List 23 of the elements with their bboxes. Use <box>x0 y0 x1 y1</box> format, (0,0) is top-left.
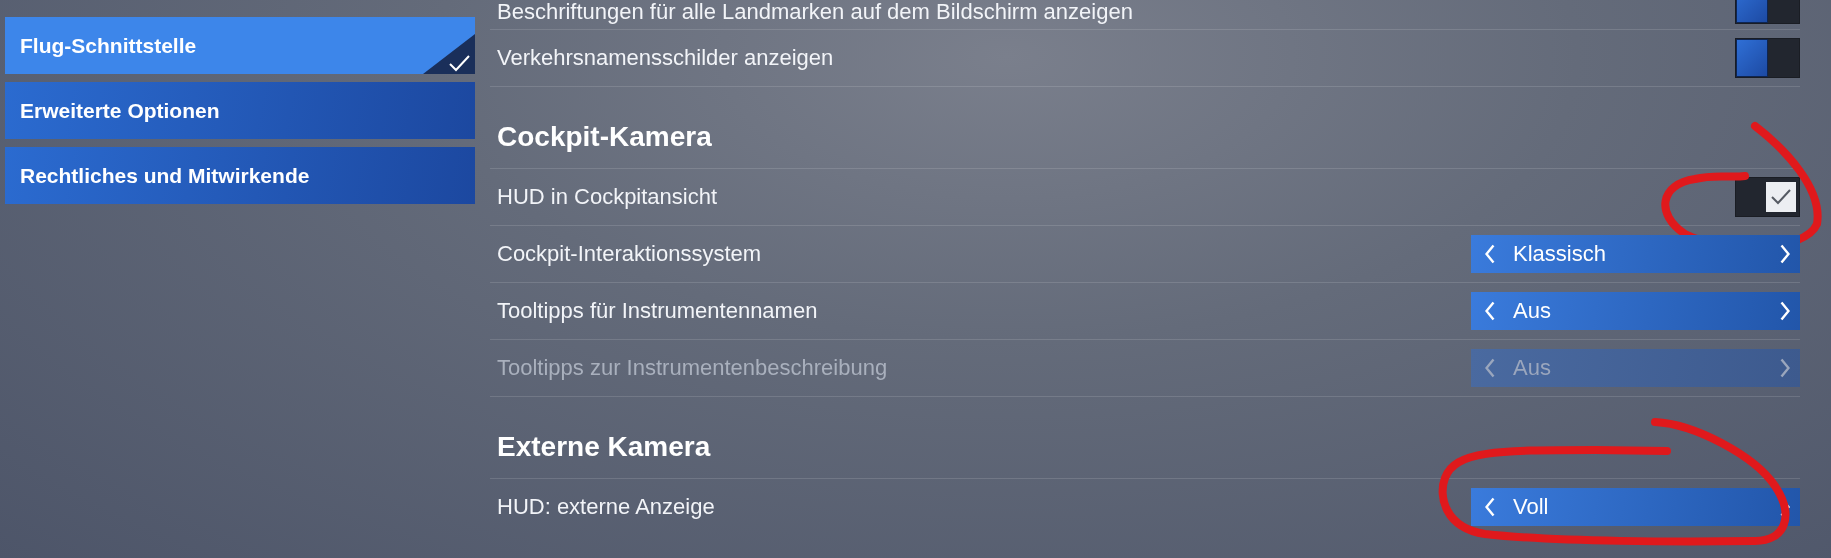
option-selector[interactable]: Voll <box>1471 488 1800 526</box>
setting-label: Tooltipps zur Instrumentenbeschreibung <box>497 355 888 381</box>
checkmark-icon <box>1770 188 1792 206</box>
chevron-left-icon <box>1485 497 1495 517</box>
setting-label: Tooltipps für Instrumentennamen <box>497 298 818 324</box>
option-selector[interactable]: Klassisch <box>1471 235 1800 273</box>
setting-label: Beschriftungen für alle Landmarken auf dem Bildschirm anzeigen <box>497 0 1133 26</box>
setting-label: Cockpit-Interaktionssystem <box>497 241 762 267</box>
sidebar-item[interactable]: Flug-Schnittstelle <box>5 17 475 74</box>
section-heading: Externe Kamera <box>497 431 711 463</box>
setting-label: HUD in Cockpitansicht <box>497 184 718 210</box>
setting-label: Verkehrsnamensschilder anzeigen <box>497 45 834 71</box>
chevron-left-icon <box>1485 358 1495 378</box>
chevron-left-icon <box>1485 301 1495 321</box>
option-selector[interactable]: Aus <box>1471 292 1800 330</box>
sidebar-item[interactable]: Erweiterte Optionen <box>5 82 475 139</box>
section-heading: Cockpit-Kamera <box>497 121 712 153</box>
selected-corner-icon <box>423 34 475 74</box>
sidebar-item[interactable]: Rechtliches und Mitwirkende <box>5 147 475 204</box>
toggle-switch[interactable] <box>1735 177 1800 217</box>
toggle-switch[interactable] <box>1735 38 1800 78</box>
setting-label: HUD: externe Anzeige <box>497 494 715 520</box>
chevron-left-icon <box>1485 244 1495 264</box>
